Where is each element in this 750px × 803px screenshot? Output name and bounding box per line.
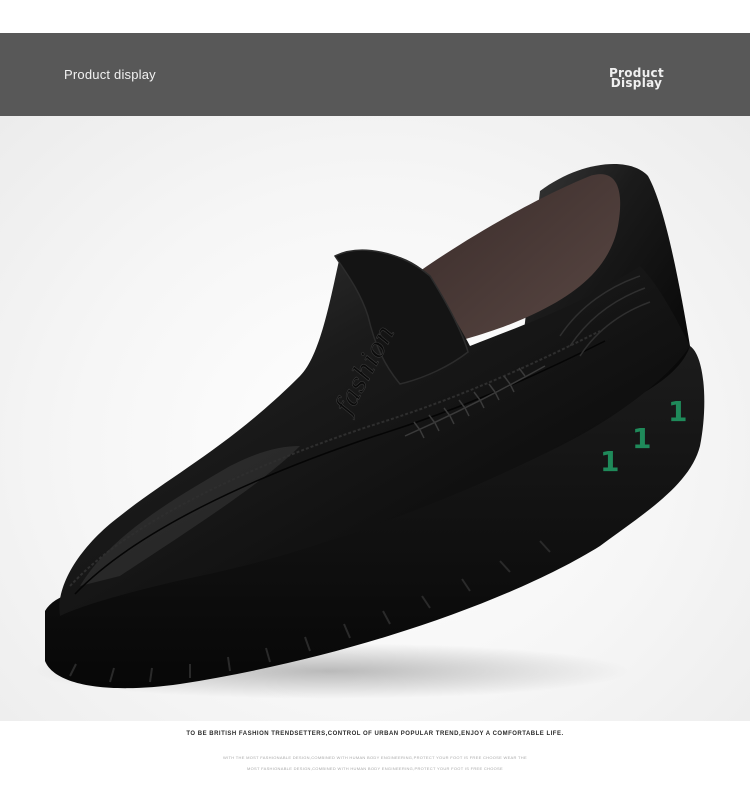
sole-mark-3: 1 <box>668 395 687 428</box>
top-margin <box>0 0 750 33</box>
caption-main: TO BE BRITISH FASHION TRENDSETTERS,CONTR… <box>186 731 564 737</box>
caption-sub-line2: MOST FASHIONABLE DESIGN,COMBINED WITH HU… <box>246 766 503 771</box>
product-image-shoe: fashion 1 1 1 <box>30 164 705 699</box>
sole-mark-1: 1 <box>600 445 619 478</box>
banner-logo-line2: Display <box>610 76 663 90</box>
banner-logo: Product Display <box>609 67 664 90</box>
sole-mark-2: 1 <box>632 422 651 455</box>
banner-title: Product display <box>64 67 156 82</box>
caption-sub-line1: WITH THE MOST FASHIONABLE DESIGN,COMBINE… <box>223 755 527 760</box>
header-banner: Product display Product Display <box>0 33 750 116</box>
